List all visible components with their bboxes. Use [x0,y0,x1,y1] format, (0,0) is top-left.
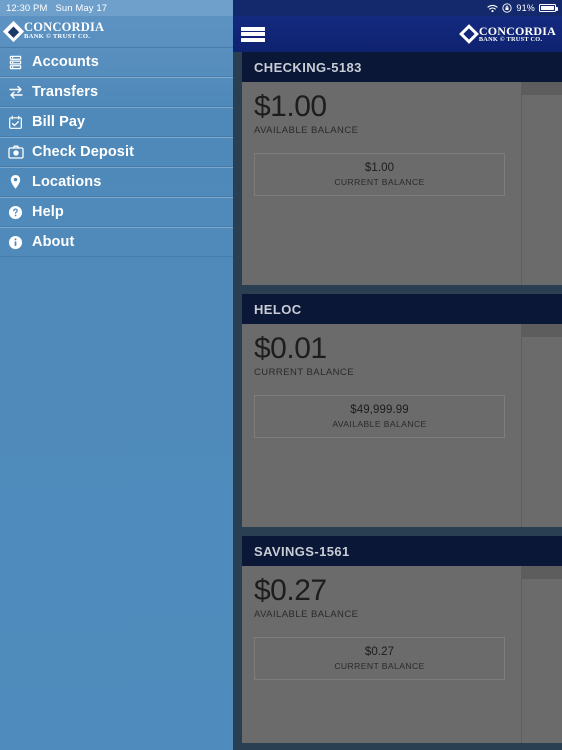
sidebar-item-accounts[interactable]: Accounts [0,47,233,77]
secondary-balance-label: CURRENT BALANCE [334,660,425,671]
status-time: 12:30 PM [6,2,48,14]
battery-icon [539,4,558,12]
account-card[interactable]: SAVINGS-1561 $0.27 AVAILABLE BALANCE $0.… [242,536,562,743]
primary-balance-amount: $1.00 [254,90,327,123]
secondary-balance-box[interactable]: $0.27 CURRENT BALANCE [254,636,505,680]
account-card-body: $1.00 AVAILABLE BALANCE $1.00 CURRENT BA… [242,82,562,285]
sidebar-item-label: Transfers [32,84,99,100]
main-content-panel: 91% CONCORDIA BANK © TRUST CO. CHECKING-… [233,0,562,750]
sidebar-item-about[interactable]: About [0,227,233,257]
status-bar: 91% [233,0,562,16]
sidebar-item-label: Accounts [32,54,99,70]
secondary-balance-label: AVAILABLE BALANCE [332,418,427,429]
help-circle-icon [7,204,24,221]
account-card[interactable]: CHECKING-5183 $1.00 AVAILABLE BALANCE $1… [242,52,562,285]
secondary-balance-box[interactable]: $1.00 CURRENT BALANCE [254,152,505,196]
check-deposit-icon [7,144,24,161]
transfers-icon [7,84,24,101]
diamond-logo-icon [458,24,479,44]
accounts-list[interactable]: CHECKING-5183 $1.00 AVAILABLE BALANCE $1… [233,52,562,750]
brand-name: CONCORDIA [478,23,556,38]
primary-balance-amount: $0.27 [254,574,327,607]
status-date: Sun May 17 [55,2,108,14]
info-circle-icon [7,234,24,251]
account-card-detail-column[interactable] [521,324,562,527]
account-card-title: CHECKING-5183 [242,52,562,82]
sidebar-item-bill-pay[interactable]: Bill Pay [0,107,233,137]
account-card-detail-column[interactable] [521,566,562,743]
secondary-balance-box[interactable]: $49,999.99 AVAILABLE BALANCE [254,394,505,438]
primary-balance-label: AVAILABLE BALANCE [254,124,359,136]
account-card-body: $0.27 AVAILABLE BALANCE $0.27 CURRENT BA… [242,566,562,743]
sidebar-item-label: Help [32,204,64,220]
sidebar-status-bar: 12:30 PM Sun May 17 [0,0,233,16]
diamond-logo-icon [2,20,25,42]
sidebar-item-locations[interactable]: Locations [0,167,233,197]
secondary-balance-label: CURRENT BALANCE [334,176,425,187]
rotation-lock-icon [502,3,512,13]
sidebar-item-label: Bill Pay [32,114,86,130]
primary-balance-amount: $0.01 [254,332,327,365]
wifi-icon [487,4,498,13]
sidebar-item-label: Check Deposit [32,144,135,160]
location-pin-icon [7,174,24,191]
account-card[interactable]: HELOC $0.01 CURRENT BALANCE $49,999.99 A… [242,294,562,527]
sidebar-menu: Accounts Transfers Bill Pay Check Deposi… [0,47,233,257]
secondary-balance-amount: $49,999.99 [350,403,409,416]
battery-percent: 91% [516,3,535,13]
hamburger-menu-icon[interactable] [241,25,265,44]
secondary-balance-amount: $0.27 [364,645,395,658]
app-root: 12:30 PM Sun May 17 CONCORDIA BANK © TRU… [0,0,562,750]
primary-balance-label: CURRENT BALANCE [254,366,355,378]
account-card-title: SAVINGS-1561 [242,536,562,566]
account-card-detail-column[interactable] [521,82,562,285]
accounts-icon [7,54,24,71]
sidebar-item-help[interactable]: Help [0,197,233,227]
brand-tagline: BANK © TRUST CO. [24,33,91,41]
navbar-brand-logo: CONCORDIA BANK © TRUST CO. [458,23,556,44]
primary-balance-label: AVAILABLE BALANCE [254,608,359,620]
secondary-balance-amount: $1.00 [364,161,395,174]
sidebar-brand-logo: CONCORDIA BANK © TRUST CO. [0,16,233,46]
navigation-drawer: 12:30 PM Sun May 17 CONCORDIA BANK © TRU… [0,0,233,750]
account-card-body: $0.01 CURRENT BALANCE $49,999.99 AVAILAB… [242,324,562,527]
sidebar-item-check-deposit[interactable]: Check Deposit [0,137,233,167]
account-card-title: HELOC [242,294,562,324]
sidebar-item-label: Locations [32,174,102,190]
bill-pay-icon [7,114,24,131]
sidebar-item-label: About [32,234,75,250]
brand-tagline: BANK © TRUST CO. [478,36,543,44]
brand-name: CONCORDIA [24,20,105,35]
app-navbar: CONCORDIA BANK © TRUST CO. [233,16,562,52]
sidebar-item-transfers[interactable]: Transfers [0,77,233,107]
